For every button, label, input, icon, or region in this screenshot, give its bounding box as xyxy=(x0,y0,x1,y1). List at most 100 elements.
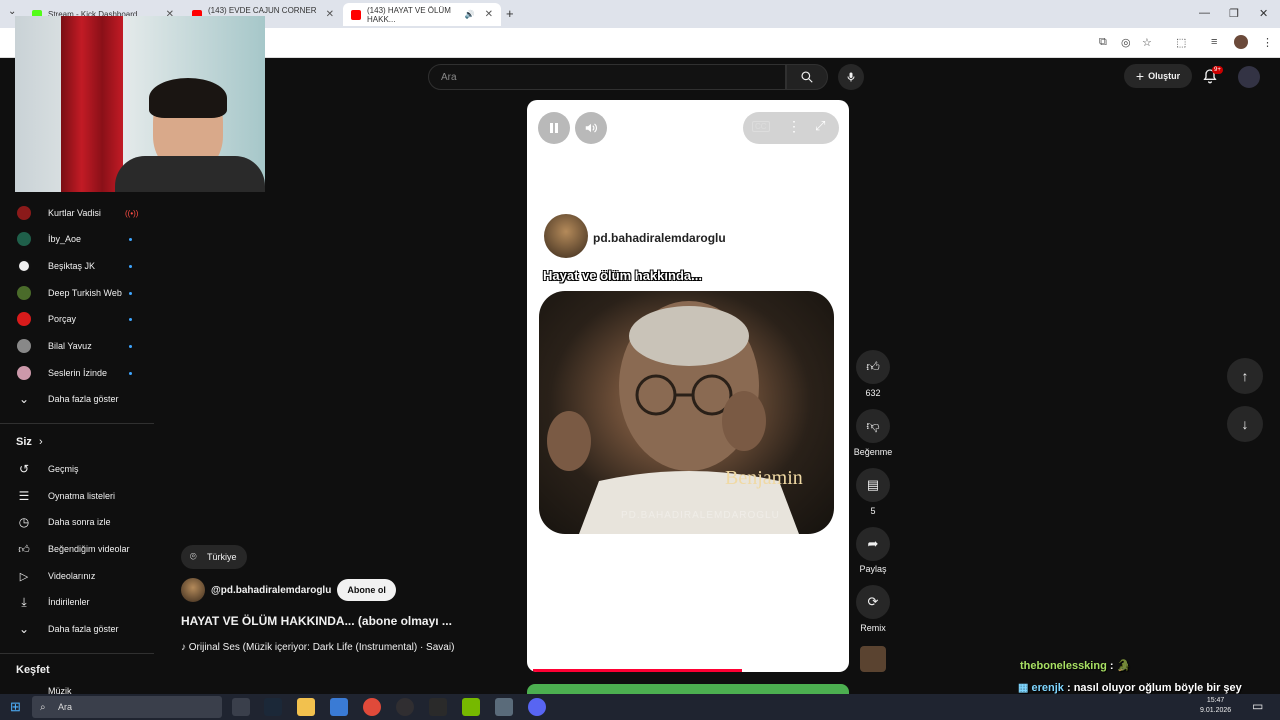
sidebar-item-label: Bilal Yavuz xyxy=(48,341,92,351)
channel-name[interactable]: @pd.bahadiralemdaroglu xyxy=(211,585,331,596)
sidebar-explore-header: Keşfet xyxy=(16,664,50,676)
obs-icon[interactable] xyxy=(396,698,414,716)
install-app-icon[interactable]: ⧉ xyxy=(1099,36,1107,49)
sidebar-divider xyxy=(0,423,154,424)
history-icon: ↺ xyxy=(18,462,30,476)
next-short-preview[interactable] xyxy=(527,684,849,694)
more-options-icon[interactable]: ⋮ xyxy=(787,118,801,135)
location-label: Türkiye xyxy=(207,552,237,562)
taskbar-search[interactable]: ⌕ Ara xyxy=(32,696,222,718)
sidebar-item-bilal-yavuz[interactable]: Bilal Yavuz xyxy=(0,334,154,358)
extensions-icon[interactable]: ⬚ xyxy=(1176,36,1186,49)
channel-row: @pd.bahadiralemdaroglu Abone ol xyxy=(181,578,396,602)
sidebar-item-your-videos[interactable]: ▷ Videolarınız xyxy=(0,564,154,588)
discord-icon[interactable] xyxy=(528,698,546,716)
pause-button[interactable] xyxy=(538,112,570,144)
channel-avatar xyxy=(17,206,31,220)
restore-icon[interactable]: ❐ xyxy=(1229,7,1239,20)
system-clock[interactable]: 15:47 9.01.2026 xyxy=(1200,696,1231,716)
create-button[interactable]: + Oluştur xyxy=(1124,64,1192,88)
search-icon: ⌕ xyxy=(40,701,46,713)
chrome-icon[interactable] xyxy=(363,698,381,716)
chevron-right-icon: › xyxy=(38,436,43,448)
nvidia-icon[interactable] xyxy=(462,698,480,716)
file-explorer-icon[interactable] xyxy=(297,698,315,716)
creator-avatar xyxy=(544,214,588,258)
sidebar-item-history[interactable]: ↺ Geçmiş xyxy=(0,457,154,481)
minimize-icon[interactable]: — xyxy=(1199,7,1210,19)
windows-start-icon[interactable]: ⊞ xyxy=(10,699,21,715)
audio-source-thumbnail[interactable] xyxy=(860,646,886,672)
sidebar-item-liked-videos[interactable]: 👍︎ Beğendiğim videolar xyxy=(0,537,154,561)
search-button[interactable] xyxy=(786,64,828,90)
epic-games-icon[interactable] xyxy=(429,698,447,716)
sidebar-item-porcay[interactable]: Porçay xyxy=(0,307,154,331)
steam-icon[interactable] xyxy=(264,698,282,716)
sidebar-item-besiktas[interactable]: Beşiktaş JK xyxy=(0,254,154,278)
next-short-button[interactable]: ↓ xyxy=(1227,406,1263,442)
clock-time: 15:47 xyxy=(1206,697,1225,704)
chat-line-1: thebonelessking : 🐊 xyxy=(1020,659,1130,672)
plus-icon: + xyxy=(1135,68,1145,84)
fullscreen-icon[interactable]: ⤢ xyxy=(815,118,825,134)
tab-close-icon[interactable]: ✕ xyxy=(326,9,334,20)
channel-avatar[interactable] xyxy=(181,578,205,602)
bookmark-star-icon[interactable]: ☆ xyxy=(1142,36,1152,49)
profile-avatar[interactable] xyxy=(1234,35,1248,49)
video-title[interactable]: HAYAT VE ÖLÜM HAKKINDA... (abone olmayı … xyxy=(181,614,452,628)
clock-icon: ◷ xyxy=(18,515,30,529)
progress-bar[interactable] xyxy=(533,669,742,672)
streamer-body xyxy=(115,156,265,192)
share-button[interactable]: ➦ xyxy=(856,527,890,561)
sidebar-item-label: Daha fazla göster xyxy=(48,394,119,404)
close-window-icon[interactable]: ✕ xyxy=(1259,7,1268,20)
store-icon[interactable] xyxy=(330,698,348,716)
kebab-menu-icon[interactable]: ⋮ xyxy=(1262,36,1273,49)
eye-off-icon[interactable]: ◎ xyxy=(1121,36,1131,49)
account-avatar[interactable] xyxy=(1238,66,1260,88)
red-curtain xyxy=(61,16,123,192)
remix-button[interactable]: ⟳ xyxy=(856,585,890,619)
sidebar-item-kurtlar-vadisi[interactable]: Kurtlar Vadisi ((•)) xyxy=(0,201,154,225)
new-tab-plus-icon[interactable]: + xyxy=(506,6,514,21)
volume-button[interactable] xyxy=(575,112,607,144)
like-button[interactable]: 👍︎ xyxy=(856,350,890,384)
location-chip[interactable]: ⌾ Türkiye xyxy=(181,545,247,569)
voice-search-button[interactable] xyxy=(838,64,864,90)
sidebar-item-label: Kurtlar Vadisi xyxy=(48,208,101,218)
streamer-hair xyxy=(149,78,227,118)
sidebar-more-you[interactable]: ⌄ Daha fazla göster xyxy=(0,617,154,641)
sidebar-item-iby-aoe[interactable]: İby_Aoe xyxy=(0,227,154,251)
sidebar-item-label: Geçmiş xyxy=(48,464,79,474)
sidebar-item-deep-turkish-web[interactable]: Deep Turkish Web xyxy=(0,281,154,305)
comment-icon: ▤ xyxy=(866,477,880,492)
notification-center-icon[interactable]: ▭ xyxy=(1252,699,1263,713)
create-label: Oluştur xyxy=(1148,71,1181,81)
task-view-icon[interactable] xyxy=(232,698,250,716)
sidebar-item-seslerin-izinde[interactable]: Seslerin İzinde xyxy=(0,361,154,385)
sidebar-you-header[interactable]: Siz › xyxy=(16,436,43,448)
tab-audio-icon[interactable]: 🔊 xyxy=(465,10,475,19)
audio-info[interactable]: ♪ Orijinal Ses (Müzik içeriyor: Dark Lif… xyxy=(181,642,454,653)
remix-icon: ⟳ xyxy=(867,594,879,609)
comments-button[interactable]: ▤ xyxy=(856,468,890,502)
sidebar-item-watch-later[interactable]: ◷ Daha sonra izle xyxy=(0,510,154,534)
sidebar-item-downloads[interactable]: ⤓ İndirilenler xyxy=(0,590,154,614)
sidebar-item-music[interactable]: Müzik xyxy=(0,682,154,694)
media-control-icon[interactable]: ≡ xyxy=(1211,36,1217,48)
you-header-label: Siz xyxy=(16,436,32,448)
sidebar-more-subscriptions[interactable]: ⌄ Daha fazla göster xyxy=(0,387,154,411)
dislike-button[interactable]: 👎︎ xyxy=(856,409,890,443)
subscribe-button[interactable]: Abone ol xyxy=(337,579,396,601)
shorts-player[interactable]: CC ⋮ ⤢ pd.bahadiralemdaroglu Hayat ve öl… xyxy=(527,100,849,672)
sidebar-item-playlists[interactable]: ☰ Oynatma listeleri xyxy=(0,484,154,508)
tab-close-icon[interactable]: ✕ xyxy=(485,9,493,20)
share-icon: ➦ xyxy=(867,536,879,551)
tab-hayat-ve-olum[interactable]: (143) HAYAT VE ÖLÜM HAKK... 🔊 ✕ xyxy=(343,3,501,26)
new-content-dot xyxy=(129,371,132,375)
search-input[interactable]: Ara xyxy=(428,64,786,90)
previous-short-button[interactable]: ↑ xyxy=(1227,358,1263,394)
app-icon[interactable] xyxy=(495,698,513,716)
new-content-dot xyxy=(129,317,132,321)
captions-icon[interactable]: CC xyxy=(752,121,770,132)
